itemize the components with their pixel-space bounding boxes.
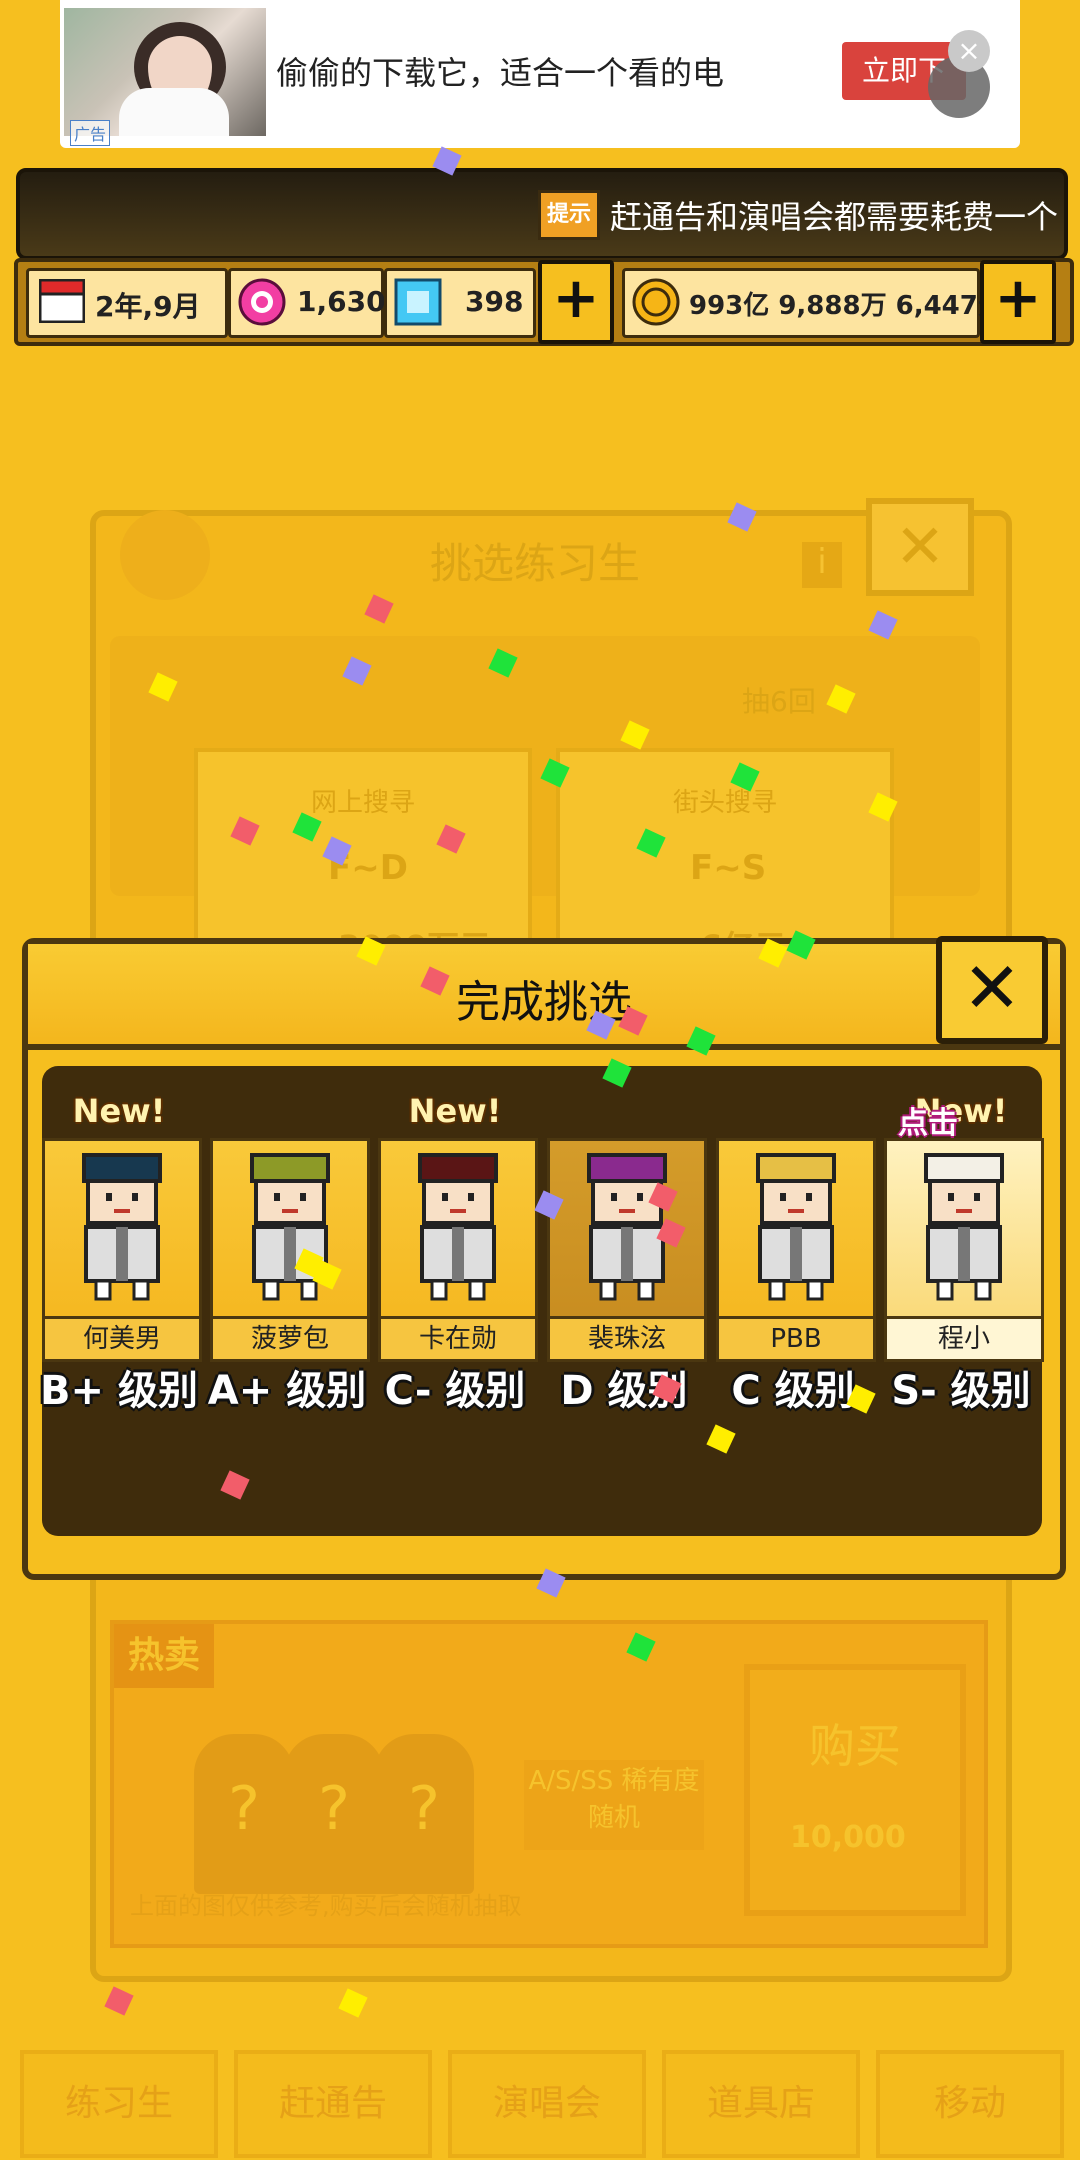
bg-tab: 赶通告 xyxy=(234,2050,432,2158)
bg-title: 挑选练习生 xyxy=(430,539,641,588)
trainee-card[interactable]: 菠萝包 xyxy=(210,1138,370,1362)
bg-buy-label: 购买 xyxy=(809,1719,901,1773)
trainee-name: PBB xyxy=(719,1316,873,1359)
diamond-display: 398 xyxy=(384,268,536,338)
bg-card-label: 网上搜寻 xyxy=(310,788,415,818)
trainee-grade: B+ 级别 xyxy=(40,1368,198,1414)
clock-icon xyxy=(120,510,210,600)
ad-thumb-body xyxy=(119,88,229,136)
trainee-name: 何美男 xyxy=(45,1316,199,1359)
diamond-icon xyxy=(394,278,442,326)
calendar-icon xyxy=(39,279,85,323)
trainee-grade: D 级别 xyxy=(560,1368,688,1414)
trainee-card[interactable]: 裴珠泫 xyxy=(547,1138,707,1362)
trainee-grade: A+ 级别 xyxy=(207,1368,367,1414)
trainee-name: 卡在勋 xyxy=(381,1316,535,1359)
bg-tab: 道具店 xyxy=(662,2050,860,2158)
bg-buy-price: 10,000 xyxy=(790,1820,906,1855)
bg-close-icon: ✕ xyxy=(866,498,974,596)
hint-text: 赶通告和演唱会都需要耗费一个 xyxy=(610,198,1059,236)
bg-card-range: F~S xyxy=(690,848,767,888)
bg-tab: 演唱会 xyxy=(448,2050,646,2158)
trainee-card[interactable]: 程小 xyxy=(884,1138,1044,1362)
trainee-card[interactable]: 何美男 xyxy=(42,1138,202,1362)
modal-close-button[interactable]: ✕ xyxy=(936,936,1048,1044)
info-icon: i xyxy=(802,542,842,588)
trainee-name: 程小 xyxy=(887,1316,1041,1359)
money-display: 993亿 9,888万 6,447元 xyxy=(622,268,1004,338)
date-display: 2年,9月 xyxy=(26,268,228,338)
trainee-avatar xyxy=(924,1153,1004,1301)
trainee-avatar xyxy=(82,1153,162,1301)
bg-note: 上面的图仅供参考,购买后会随机抽取 xyxy=(130,1892,522,1920)
date-text: 2年,9月 xyxy=(95,290,201,323)
bg-draw-label: 抽6回 xyxy=(742,685,816,718)
coin-icon xyxy=(632,278,680,326)
ad-close-icon[interactable]: × xyxy=(948,30,990,72)
ad-badge: 广告 xyxy=(70,120,111,146)
trainee-grade: S- 级别 xyxy=(891,1368,1031,1414)
hint-badge: 提示 xyxy=(538,190,600,240)
modal-title: 完成挑选 xyxy=(456,977,632,1028)
gem-count: 1,630 xyxy=(297,285,386,318)
bg-tab: 移动 xyxy=(876,2050,1064,2158)
trainee-grade: C- 级别 xyxy=(384,1368,526,1414)
click-hint: 点击 xyxy=(898,1106,958,1141)
bg-buy-button: 购买 10,000 xyxy=(744,1664,966,1916)
trainee-name: 菠萝包 xyxy=(213,1316,367,1359)
gem-display: 1,630 xyxy=(228,268,386,338)
diamond-count: 398 xyxy=(465,285,524,318)
bg-hot-label: 热卖 xyxy=(114,1624,214,1688)
trainee-avatar xyxy=(756,1153,836,1301)
bg-rarity: A/S/SS 稀有度随机 xyxy=(524,1760,704,1850)
add-diamonds-button[interactable]: + xyxy=(538,260,614,344)
trainee-card[interactable]: PBB xyxy=(716,1138,876,1362)
ad-banner[interactable]: 广告 偷偷的下载它，适合一个看的电 立即下 × xyxy=(60,0,1020,148)
hint-bar: 提示 赶通告和演唱会都需要耗费一个 xyxy=(16,168,1068,260)
modal-header: 完成挑选 ✕ xyxy=(28,936,1060,1050)
trainee-avatar xyxy=(418,1153,498,1301)
money-amount: 993亿 9,888万 6,447元 xyxy=(689,291,1004,321)
bg-card-label: 街头搜寻 xyxy=(672,788,777,818)
pink-gem-icon xyxy=(238,278,286,326)
mystery-figure: ? xyxy=(284,1734,384,1894)
trainee-name: 裴珠泫 xyxy=(550,1316,704,1359)
bg-tab: 练习生 xyxy=(20,2050,218,2158)
mystery-figure: ? xyxy=(194,1734,294,1894)
resource-bar: 2年,9月 1,630 398 + 993亿 9,888万 6,447元 + xyxy=(14,258,1074,346)
ad-thumbnail[interactable]: 广告 xyxy=(64,8,266,146)
add-money-button[interactable]: + xyxy=(980,260,1056,344)
mystery-figure: ? xyxy=(374,1734,474,1894)
ad-text[interactable]: 偷偷的下载它，适合一个看的电 xyxy=(276,48,724,94)
new-tag: New! xyxy=(408,1092,502,1130)
new-tag: New! xyxy=(72,1092,166,1130)
trainee-card[interactable]: 卡在勋 xyxy=(378,1138,538,1362)
